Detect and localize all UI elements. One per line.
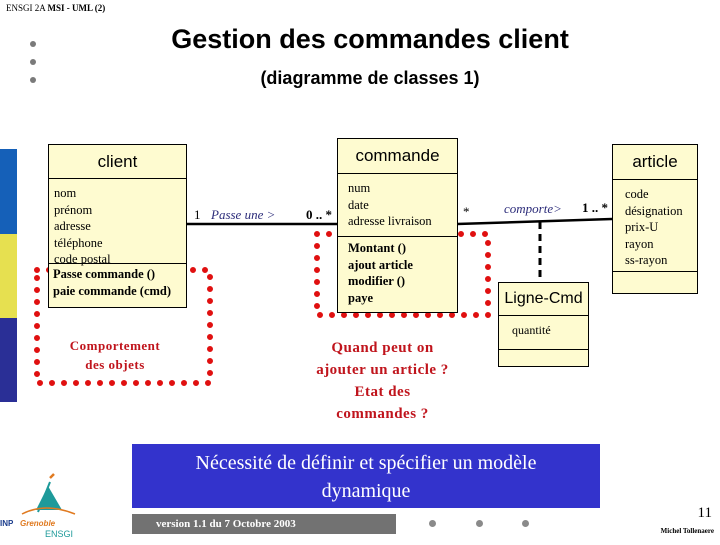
operation: modifier () xyxy=(348,274,406,288)
multiplicity-commande: 0 .. * xyxy=(306,207,332,222)
class-client-operations: Passe commande () paie commande (cmd) xyxy=(49,264,186,299)
attribute: désignation xyxy=(625,203,683,218)
footer-bullet-icon xyxy=(429,520,436,527)
version-bar: version 1.1 du 7 Octobre 2003 xyxy=(132,514,396,534)
class-ligne-cmd[interactable]: Ligne-Cmd quantité xyxy=(498,282,589,367)
logo-ensgi: ENSGI xyxy=(45,529,74,539)
note-questions: Quand peut on ajouter un article ? Etat … xyxy=(290,337,475,425)
attribute: adresse livraison xyxy=(348,214,432,228)
attribute: ss-rayon xyxy=(625,253,668,267)
class-ligne-cmd-attributes: quantité xyxy=(499,316,588,350)
association-role-comporte: comporte> xyxy=(504,201,562,216)
logo-grenoble: Grenoble xyxy=(20,519,56,528)
class-commande-name: commande xyxy=(338,139,457,174)
attribute: adresse xyxy=(54,219,91,233)
conclusion-box: Nécessité de définir et spécifier un mod… xyxy=(132,444,600,508)
class-commande[interactable]: commande num date adresse livraison Mont… xyxy=(337,138,458,313)
multiplicity-article: 1 .. * xyxy=(582,200,608,215)
class-client-attributes: nom prénom adresse téléphone code postal xyxy=(49,179,186,266)
class-ligne-cmd-name: Ligne-Cmd xyxy=(499,283,588,316)
class-article[interactable]: article code désignation prix-U rayon ss… xyxy=(612,144,698,294)
class-article-name: article xyxy=(613,145,697,180)
attribute: téléphone xyxy=(54,235,103,250)
attribute: date xyxy=(348,197,369,212)
operation: ajout article xyxy=(348,257,413,272)
association-line-comporte xyxy=(456,217,613,226)
conclusion-line: dynamique xyxy=(321,480,411,502)
note-line: commandes ? xyxy=(336,406,429,422)
inp-grenoble-logo: INP Grenoble ENSGI xyxy=(0,472,80,540)
multiplicity-commande-side: * xyxy=(463,204,470,219)
association-role-passe: Passe une > xyxy=(211,207,276,222)
class-article-attributes: code désignation prix-U rayon ss-rayon xyxy=(613,180,697,272)
attribute: prénom xyxy=(54,202,93,217)
class-client-name: client xyxy=(49,145,186,179)
note-line: Quand peut on xyxy=(331,340,434,356)
page-number: 11 xyxy=(697,505,712,521)
author-name: Michel Tollenaere xyxy=(660,527,714,535)
footer-bullet-icon xyxy=(476,520,483,527)
conclusion-line: Nécessité de définir et spécifier un mod… xyxy=(195,452,537,474)
attribute: code xyxy=(625,187,649,201)
multiplicity-client: 1 xyxy=(194,207,201,222)
attribute: rayon xyxy=(625,236,654,251)
note-line: Comportement xyxy=(69,338,161,353)
operation: paye xyxy=(348,290,373,305)
class-commande-attributes: num date adresse livraison xyxy=(338,174,457,237)
logo-inp: INP xyxy=(0,519,14,528)
attribute: prix-U xyxy=(625,220,659,234)
footer-bullet-icon xyxy=(522,520,529,527)
operation: Passe commande () xyxy=(53,267,156,281)
note-line: ajouter un article ? xyxy=(316,362,449,378)
note-behavior: Comportement des objets xyxy=(50,336,180,374)
attribute: nom xyxy=(54,186,77,200)
note-line: des objets xyxy=(85,357,145,372)
attribute: quantité xyxy=(512,323,551,337)
note-line: Etat des xyxy=(354,384,411,400)
class-client[interactable]: client nom prénom adresse téléphone code… xyxy=(48,144,187,308)
attribute: num xyxy=(348,181,371,195)
operation: Montant () xyxy=(348,241,406,255)
operation: paie commande (cmd) xyxy=(53,283,172,298)
class-commande-operations: Montant () ajout article modifier () pay… xyxy=(338,237,457,306)
